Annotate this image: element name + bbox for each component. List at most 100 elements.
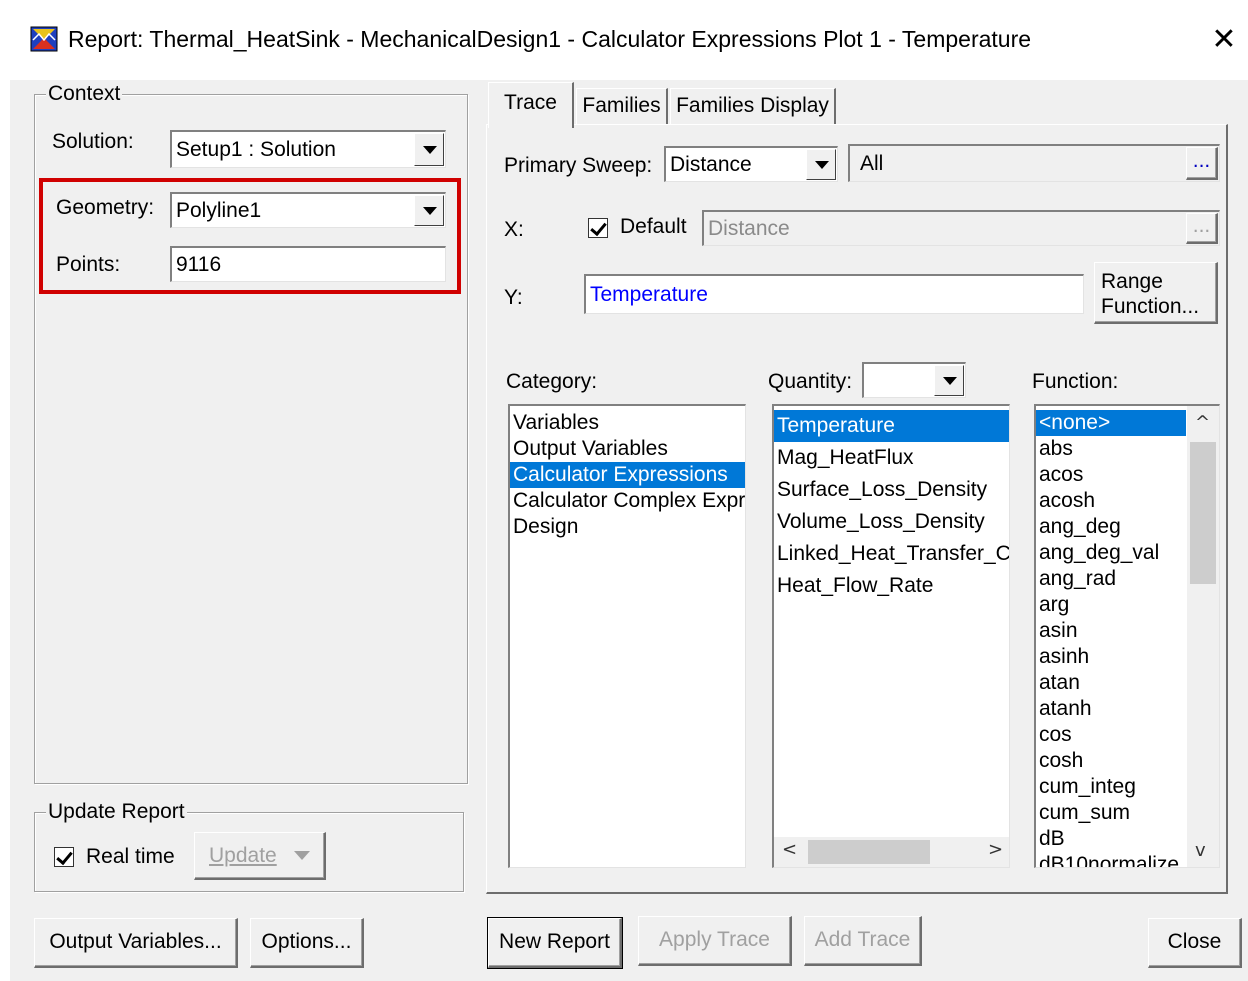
list-item[interactable]: asinh	[1036, 644, 1186, 670]
x-ellipsis-button: ...	[1186, 213, 1218, 244]
solution-value: Setup1 : Solution	[176, 138, 336, 161]
list-item[interactable]: Design	[510, 514, 745, 540]
list-item[interactable]: Calculator Complex Expre	[510, 488, 745, 514]
function-label: Function:	[1032, 370, 1119, 393]
scrollbar-thumb[interactable]	[1190, 442, 1216, 584]
y-value: Temperature	[590, 283, 708, 306]
x-field: Distance ...	[702, 210, 1220, 246]
apply-trace-button[interactable]: Apply Trace	[638, 916, 792, 966]
geometry-select[interactable]: Polyline1	[170, 192, 446, 228]
sweep-range-value: All	[860, 152, 884, 175]
output-variables-label: Output Variables...	[49, 930, 222, 953]
output-variables-button[interactable]: Output Variables...	[34, 918, 238, 968]
close-label: Close	[1167, 930, 1222, 953]
list-item[interactable]: Variables	[510, 410, 745, 436]
tab-trace-label: Trace	[504, 91, 557, 114]
close-window-icon[interactable]: ✕	[1204, 22, 1244, 58]
list-item[interactable]: acos	[1036, 462, 1186, 488]
list-item[interactable]: cum_integ	[1036, 774, 1186, 800]
list-item[interactable]: Temperature	[774, 410, 1009, 442]
points-field[interactable]: 9116	[170, 246, 446, 282]
list-item[interactable]: acosh	[1036, 488, 1186, 514]
category-label: Category:	[506, 370, 598, 393]
realtime-label: Real time	[86, 845, 175, 868]
list-item[interactable]: Calculator Expressions	[510, 462, 745, 488]
list-item[interactable]: atanh	[1036, 696, 1186, 722]
update-report-group-label: Update Report	[46, 800, 187, 824]
primary-sweep-dropdown-icon[interactable]	[806, 149, 836, 180]
function-items: <none> abs acos acosh ang_deg ang_deg_va…	[1036, 410, 1186, 867]
list-item[interactable]: Linked_Heat_Transfer_C	[774, 538, 1009, 570]
update-button[interactable]: Update	[194, 832, 326, 880]
list-item[interactable]: Output Variables	[510, 436, 745, 462]
realtime-checkbox[interactable]	[54, 847, 74, 867]
title-bar[interactable]: Report: Thermal_HeatSink - MechanicalDes…	[0, 0, 1248, 80]
primary-sweep-value: Distance	[670, 153, 752, 176]
new-report-button[interactable]: New Report	[487, 917, 623, 969]
quantity-label: Quantity:	[768, 370, 853, 393]
geometry-value: Polyline1	[176, 199, 262, 222]
list-item[interactable]: ang_rad	[1036, 566, 1186, 592]
solution-select[interactable]: Setup1 : Solution	[170, 130, 446, 168]
context-group-label: Context	[46, 82, 123, 106]
solution-label: Solution:	[52, 130, 134, 153]
function-vertical-scrollbar[interactable]: ^ v	[1187, 406, 1219, 867]
scrollbar-thumb[interactable]	[808, 840, 930, 864]
geometry-dropdown-icon[interactable]	[414, 195, 444, 226]
quantity-filter-dropdown-icon[interactable]	[934, 365, 964, 396]
list-item[interactable]: arg	[1036, 592, 1186, 618]
update-button-label: Update	[209, 844, 277, 867]
window-edge	[0, 80, 10, 981]
y-label: Y:	[504, 286, 523, 309]
add-trace-button[interactable]: Add Trace	[804, 916, 922, 966]
new-report-label: New Report	[499, 930, 610, 953]
list-item[interactable]: ang_deg	[1036, 514, 1186, 540]
quantity-list[interactable]: Temperature Mag_HeatFlux Surface_Loss_De…	[772, 404, 1010, 868]
solution-dropdown-icon[interactable]	[414, 133, 444, 166]
sweep-range-field[interactable]: All ...	[848, 144, 1220, 182]
function-list[interactable]: <none> abs acos acosh ang_deg ang_deg_va…	[1034, 404, 1220, 868]
sweep-ellipsis-label: ...	[1192, 149, 1211, 172]
tab-trace[interactable]: Trace	[488, 82, 574, 128]
scroll-down-icon[interactable]: v	[1195, 840, 1206, 861]
primary-sweep-select[interactable]: Distance	[664, 146, 838, 182]
quantity-horizontal-scrollbar[interactable]: < >	[774, 837, 1009, 867]
category-list[interactable]: Variables Output Variables Calculator Ex…	[508, 404, 746, 868]
list-item[interactable]: atan	[1036, 670, 1186, 696]
list-item[interactable]: asin	[1036, 618, 1186, 644]
default-x-checkbox[interactable]	[588, 218, 608, 238]
list-item[interactable]: cos	[1036, 722, 1186, 748]
x-label: X:	[504, 218, 524, 241]
close-button[interactable]: Close	[1148, 918, 1242, 968]
list-item[interactable]: Mag_HeatFlux	[774, 442, 1009, 474]
tab-families-display[interactable]: Families Display	[670, 88, 836, 124]
sweep-range-ellipsis-button[interactable]: ...	[1186, 147, 1218, 180]
apply-trace-label: Apply Trace	[659, 928, 770, 951]
list-item[interactable]: <none>	[1036, 410, 1186, 436]
x-value: Distance	[708, 217, 790, 240]
report-app-icon	[30, 26, 58, 52]
quantity-filter-select[interactable]	[862, 362, 966, 398]
list-item[interactable]: Surface_Loss_Density	[774, 474, 1009, 506]
scroll-left-icon[interactable]: <	[782, 839, 797, 860]
options-button[interactable]: Options...	[250, 918, 364, 968]
list-item[interactable]: cum_sum	[1036, 800, 1186, 826]
geometry-label: Geometry:	[56, 196, 155, 219]
points-value: 9116	[176, 253, 222, 276]
list-item[interactable]: Volume_Loss_Density	[774, 506, 1009, 538]
range-function-line1: Range	[1101, 270, 1163, 293]
list-item[interactable]: Heat_Flow_Rate	[774, 570, 1009, 602]
scroll-right-icon[interactable]: >	[988, 839, 1003, 860]
list-item[interactable]: ang_deg_val	[1036, 540, 1186, 566]
options-label: Options...	[261, 930, 352, 953]
tab-families[interactable]: Families	[576, 88, 668, 124]
list-item[interactable]: dB	[1036, 826, 1186, 852]
range-function-button[interactable]: Range Function...	[1094, 262, 1218, 324]
list-item[interactable]: abs	[1036, 436, 1186, 462]
primary-sweep-label: Primary Sweep:	[504, 154, 653, 177]
scroll-up-icon[interactable]: ^	[1195, 412, 1210, 433]
list-item[interactable]: dB10normalize	[1036, 852, 1186, 867]
list-item[interactable]: cosh	[1036, 748, 1186, 774]
y-expression-field[interactable]: Temperature	[584, 274, 1084, 314]
update-dropdown-icon	[294, 851, 310, 860]
